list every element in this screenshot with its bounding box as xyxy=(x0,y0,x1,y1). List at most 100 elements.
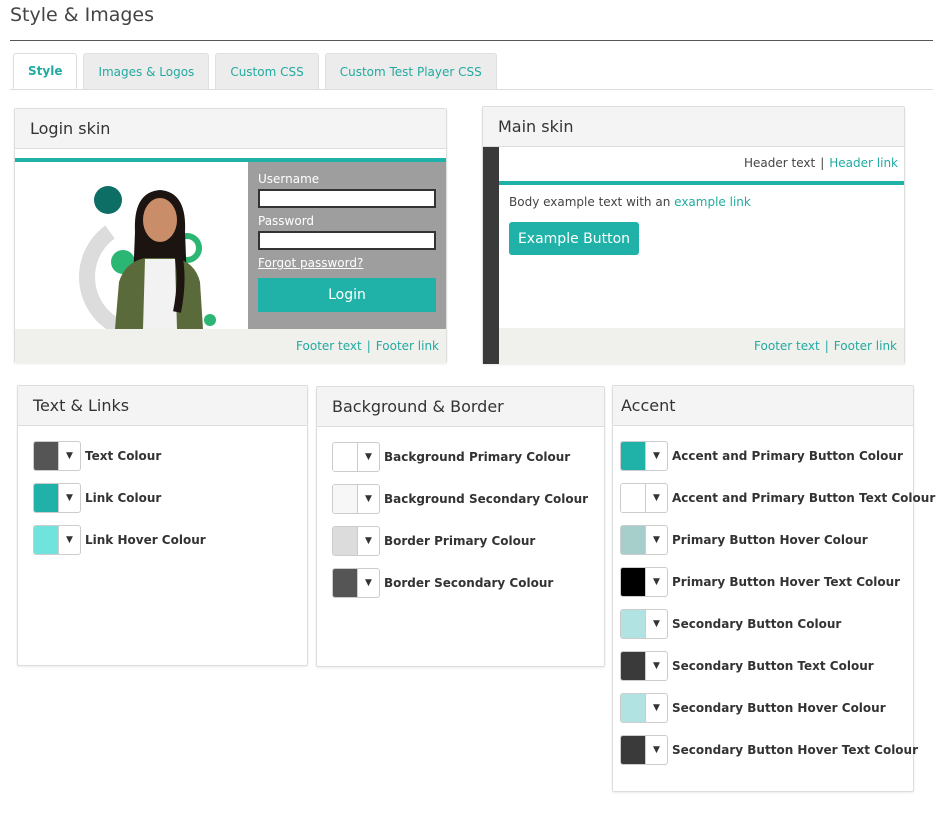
main-footer-link[interactable]: Footer link xyxy=(834,339,897,353)
colour-option-row: ▼ Secondary Button Hover Text Colour xyxy=(620,735,935,765)
password-label: Password xyxy=(258,214,315,228)
colour-swatch[interactable] xyxy=(621,442,645,470)
colour-swatch[interactable] xyxy=(621,694,645,722)
colour-picker[interactable]: ▼ xyxy=(33,441,81,471)
colour-option-label: Border Secondary Colour xyxy=(384,576,554,590)
caret-down-icon[interactable]: ▼ xyxy=(357,485,379,513)
colour-option-label: Secondary Button Hover Colour xyxy=(672,701,886,715)
tabs-divider xyxy=(10,89,933,90)
username-input[interactable] xyxy=(258,189,436,208)
body-example-link[interactable]: example link xyxy=(674,195,751,209)
colour-swatch[interactable] xyxy=(621,526,645,554)
tab-style[interactable]: Style xyxy=(13,53,78,89)
login-footer-text: Footer text xyxy=(296,339,362,353)
forgot-password-link[interactable]: Forgot password? xyxy=(258,256,436,270)
colour-option-row: ▼ Accent and Primary Button Text Colour xyxy=(620,483,935,513)
caret-down-icon[interactable]: ▼ xyxy=(645,484,667,512)
colour-swatch[interactable] xyxy=(621,568,645,596)
login-button[interactable]: Login xyxy=(258,278,436,312)
colour-picker[interactable]: ▼ xyxy=(332,484,380,514)
caret-down-icon[interactable]: ▼ xyxy=(357,443,379,471)
colour-picker[interactable]: ▼ xyxy=(620,483,668,513)
tab-bar: Style Images & Logos Custom CSS Custom T… xyxy=(13,53,503,89)
colour-option-row: ▼ Border Secondary Colour xyxy=(332,568,588,598)
colour-picker[interactable]: ▼ xyxy=(332,526,380,556)
colour-option-label: Accent and Primary Button Colour xyxy=(672,449,903,463)
caret-down-icon[interactable]: ▼ xyxy=(58,484,80,512)
colour-picker[interactable]: ▼ xyxy=(620,441,668,471)
colour-option-label: Accent and Primary Button Text Colour xyxy=(672,491,936,505)
caret-down-icon[interactable]: ▼ xyxy=(645,526,667,554)
caret-down-icon[interactable]: ▼ xyxy=(357,527,379,555)
colour-picker[interactable]: ▼ xyxy=(620,651,668,681)
accent-rows: ▼ Accent and Primary Button Colour ▼ Accent… xyxy=(620,441,935,777)
colour-option-label: Secondary Button Colour xyxy=(672,617,842,631)
caret-down-icon[interactable]: ▼ xyxy=(645,610,667,638)
tab-images-logos[interactable]: Images & Logos xyxy=(83,53,210,89)
colour-option-label: Primary Button Hover Colour xyxy=(672,533,868,547)
colour-picker[interactable]: ▼ xyxy=(332,568,380,598)
caret-down-icon[interactable]: ▼ xyxy=(58,442,80,470)
body-example: Body example text with an example link xyxy=(509,195,751,209)
colour-picker[interactable]: ▼ xyxy=(620,525,668,555)
accent-panel: Accent ▼ Accent and Primary Button Colour… xyxy=(612,385,935,792)
main-footer-text: Footer text xyxy=(754,339,820,353)
page-title: Style & Images xyxy=(10,4,155,26)
main-skin-sidebar xyxy=(483,147,499,364)
main-skin-title: Main skin xyxy=(483,107,904,147)
colour-swatch[interactable] xyxy=(333,569,357,597)
password-input[interactable] xyxy=(258,231,436,250)
colour-picker[interactable]: ▼ xyxy=(332,442,380,472)
body-example-text: Body example text with an xyxy=(509,195,671,209)
colour-picker[interactable]: ▼ xyxy=(620,567,668,597)
caret-down-icon[interactable]: ▼ xyxy=(645,568,667,596)
colour-option-row: ▼ Primary Button Hover Text Colour xyxy=(620,567,935,597)
caret-down-icon[interactable]: ▼ xyxy=(645,442,667,470)
background-border-title: Background & Border xyxy=(317,387,604,427)
caret-down-icon[interactable]: ▼ xyxy=(58,526,80,554)
colour-picker[interactable]: ▼ xyxy=(620,609,668,639)
main-skin-footer: Footer text | Footer link xyxy=(499,328,904,364)
login-footer: Footer text | Footer link xyxy=(15,329,446,363)
colour-swatch[interactable] xyxy=(621,652,645,680)
colour-swatch[interactable] xyxy=(333,443,357,471)
text-links-rows: ▼ Text Colour ▼ Link Colour ▼ Link Hover Colo… xyxy=(33,441,206,567)
colour-swatch[interactable] xyxy=(621,484,645,512)
colour-swatch[interactable] xyxy=(34,442,58,470)
caret-down-icon[interactable]: ▼ xyxy=(645,694,667,722)
caret-down-icon[interactable]: ▼ xyxy=(645,736,667,764)
login-skin-panel: Login skin Username Password Forgot pass… xyxy=(14,108,447,363)
colour-swatch[interactable] xyxy=(34,484,58,512)
colour-picker[interactable]: ▼ xyxy=(33,525,81,555)
footer-separator: | xyxy=(366,339,371,353)
colour-picker[interactable]: ▼ xyxy=(620,735,668,765)
colour-option-row: ▼ Link Hover Colour xyxy=(33,525,206,555)
colour-swatch[interactable] xyxy=(621,736,645,764)
caret-down-icon[interactable]: ▼ xyxy=(645,652,667,680)
colour-swatch[interactable] xyxy=(34,526,58,554)
colour-option-label: Secondary Button Hover Text Colour xyxy=(672,743,919,757)
header-link[interactable]: Header link xyxy=(829,156,898,170)
tab-custom-test-player-css[interactable]: Custom Test Player CSS xyxy=(324,53,497,89)
colour-option-row: ▼ Background Primary Colour xyxy=(332,442,588,472)
main-accent-bar xyxy=(499,181,904,185)
colour-picker[interactable]: ▼ xyxy=(620,693,668,723)
colour-option-label: Background Primary Colour xyxy=(384,450,571,464)
colour-swatch[interactable] xyxy=(621,610,645,638)
main-skin-panel: Main skin Header text | Header link Body… xyxy=(482,106,905,364)
example-button[interactable]: Example Button xyxy=(509,222,639,255)
colour-option-row: ▼ Text Colour xyxy=(33,441,206,471)
colour-option-label: Link Colour xyxy=(85,491,162,505)
colour-swatch[interactable] xyxy=(333,527,357,555)
colour-option-label: Border Primary Colour xyxy=(384,534,536,548)
tab-custom-css[interactable]: Custom CSS xyxy=(215,53,319,89)
login-footer-link[interactable]: Footer link xyxy=(376,339,439,353)
caret-down-icon[interactable]: ▼ xyxy=(357,569,379,597)
colour-picker[interactable]: ▼ xyxy=(33,483,81,513)
header-separator: | xyxy=(820,156,825,170)
text-links-title: Text & Links xyxy=(18,386,307,426)
accent-title: Accent xyxy=(613,386,913,426)
colour-swatch[interactable] xyxy=(333,485,357,513)
colour-option-row: ▼ Primary Button Hover Colour xyxy=(620,525,935,555)
login-skin-title: Login skin xyxy=(15,109,446,149)
